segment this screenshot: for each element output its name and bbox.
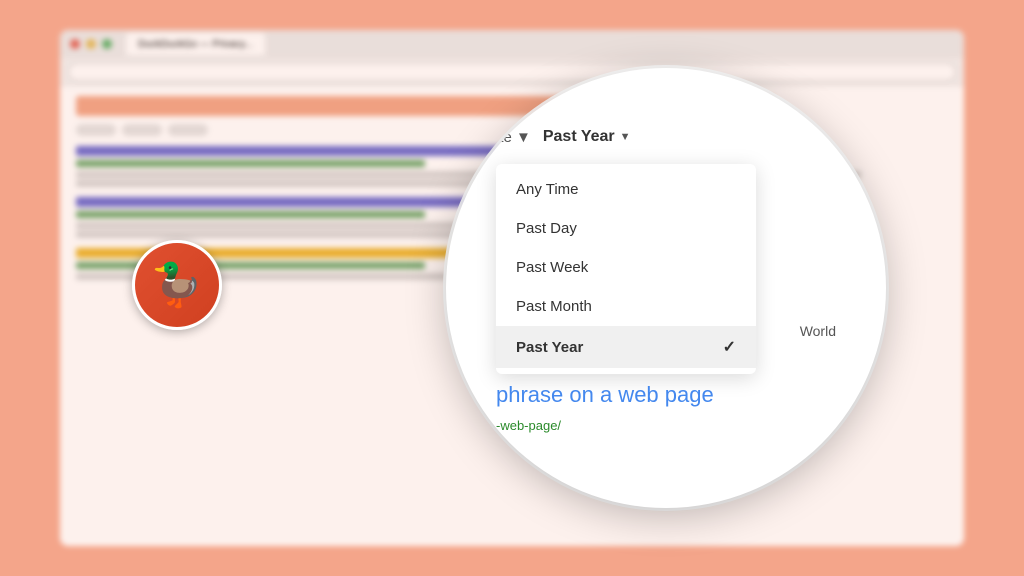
dropdown-option[interactable]: Past Month	[496, 287, 756, 326]
minimize-button-dot	[86, 39, 96, 49]
magnifier-circle: ite ▼ Past Year ▼ Any Time Past Day Past W…	[446, 68, 886, 508]
dropdown-option[interactable]: Past Day	[496, 209, 756, 248]
checkmark-icon: ✓	[723, 337, 736, 357]
result-url	[76, 262, 425, 269]
filter-chip	[122, 124, 162, 136]
dropdown-option[interactable]: Any Time	[496, 170, 756, 209]
close-button-dot	[70, 39, 80, 49]
result-url	[76, 211, 425, 218]
chevron-down-icon: ▼	[620, 131, 631, 143]
dropdown-option-label: Past Week	[516, 259, 588, 276]
duck-icon: 🦆	[151, 261, 203, 310]
address-bar	[68, 63, 956, 81]
dropdown-option-label: Past Day	[516, 220, 577, 237]
filter-chip	[168, 124, 208, 136]
blue-link-text: phrase on a web page	[496, 382, 714, 408]
duckduckgo-logo: 🦆	[132, 240, 222, 330]
filter-chip	[76, 124, 116, 136]
dropdown-option-label: Any Time	[516, 181, 579, 198]
world-text: World	[800, 323, 836, 339]
time-filter-dropdown: Any Time Past Day Past Week Past Month Past …	[496, 164, 756, 374]
browser-titlebar: DuckDuckGo — Privacy...	[60, 30, 964, 58]
tab-label: DuckDuckGo — Privacy...	[138, 39, 253, 50]
result-url	[76, 160, 425, 167]
browser-toolbar	[60, 58, 964, 86]
green-url-text: -web-page/	[496, 418, 561, 433]
past-year-button[interactable]: Past Year ▼	[543, 128, 631, 146]
dropdown-option-label: Past Month	[516, 298, 592, 315]
magnifier-content: ite ▼ Past Year ▼ Any Time Past Day Past W…	[446, 68, 886, 508]
dropdown-option[interactable]: Past Week	[496, 248, 756, 287]
selected-filter-label: Past Year	[543, 128, 615, 146]
dropdown-option[interactable]: Past Year ✓	[496, 326, 756, 368]
result-desc-short	[76, 231, 512, 238]
dropdown-option-label: Past Year	[516, 339, 583, 356]
maximize-button-dot	[102, 39, 112, 49]
browser-tab: DuckDuckGo — Privacy...	[126, 33, 265, 55]
past-year-header: ite ▼ Past Year ▼	[466, 128, 866, 146]
